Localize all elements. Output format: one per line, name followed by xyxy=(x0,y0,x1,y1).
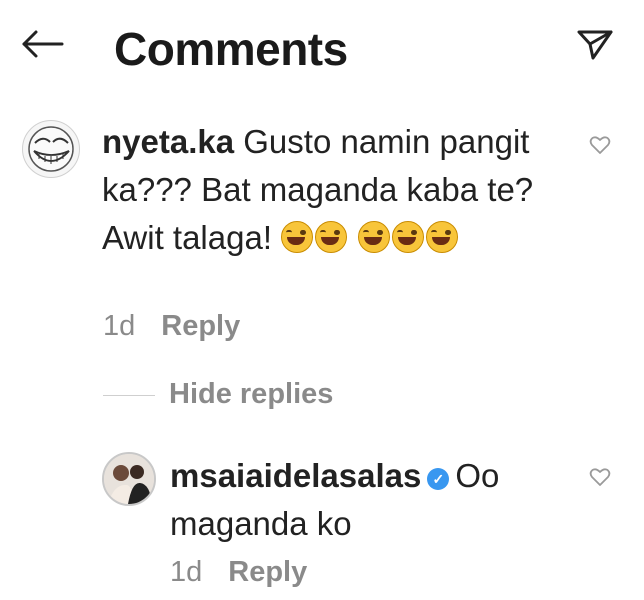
heart-icon xyxy=(589,136,611,154)
share-button[interactable] xyxy=(573,24,617,64)
divider-line xyxy=(103,394,155,396)
reply-meta: 1d Reply xyxy=(170,556,307,589)
commenter-avatar[interactable] xyxy=(22,120,80,178)
reply-time: 1d xyxy=(170,556,203,588)
profile-photo-avatar-icon xyxy=(104,454,154,504)
comment-meta: 1d Reply xyxy=(103,310,240,343)
comment-body: nyeta.ka Gusto namin pangit ka??? Bat ma… xyxy=(102,118,572,262)
reply-button[interactable]: Reply xyxy=(161,310,240,342)
comment-time: 1d xyxy=(103,310,136,342)
verified-badge-icon: ✓ xyxy=(427,468,450,490)
hide-replies-label: Hide replies xyxy=(169,378,334,410)
laughing-emoji-icon xyxy=(358,221,391,253)
reply-button[interactable]: Reply xyxy=(228,556,307,588)
reply-avatar[interactable] xyxy=(102,452,156,506)
hide-replies-button[interactable]: Hide replies xyxy=(103,378,333,411)
back-arrow-icon xyxy=(22,30,64,58)
heart-icon xyxy=(589,468,611,486)
like-button[interactable] xyxy=(589,134,611,156)
page-title: Comments xyxy=(114,23,348,75)
comment-username[interactable]: nyeta.ka xyxy=(102,123,234,160)
back-button[interactable] xyxy=(18,24,68,64)
like-button[interactable] xyxy=(589,466,611,488)
troll-face-avatar-icon xyxy=(28,126,74,172)
laughing-emoji-icon xyxy=(315,221,348,253)
reply-username[interactable]: msaiaidelasalas xyxy=(170,457,421,494)
direct-share-icon xyxy=(577,30,613,60)
laughing-emoji-icon xyxy=(281,221,314,253)
reply-body: msaiaidelasalas ✓ Oo maganda ko xyxy=(170,452,570,548)
laughing-emoji-icon xyxy=(392,221,425,253)
header-bar: Comments xyxy=(0,0,644,100)
laughing-emoji-icon xyxy=(426,221,459,253)
